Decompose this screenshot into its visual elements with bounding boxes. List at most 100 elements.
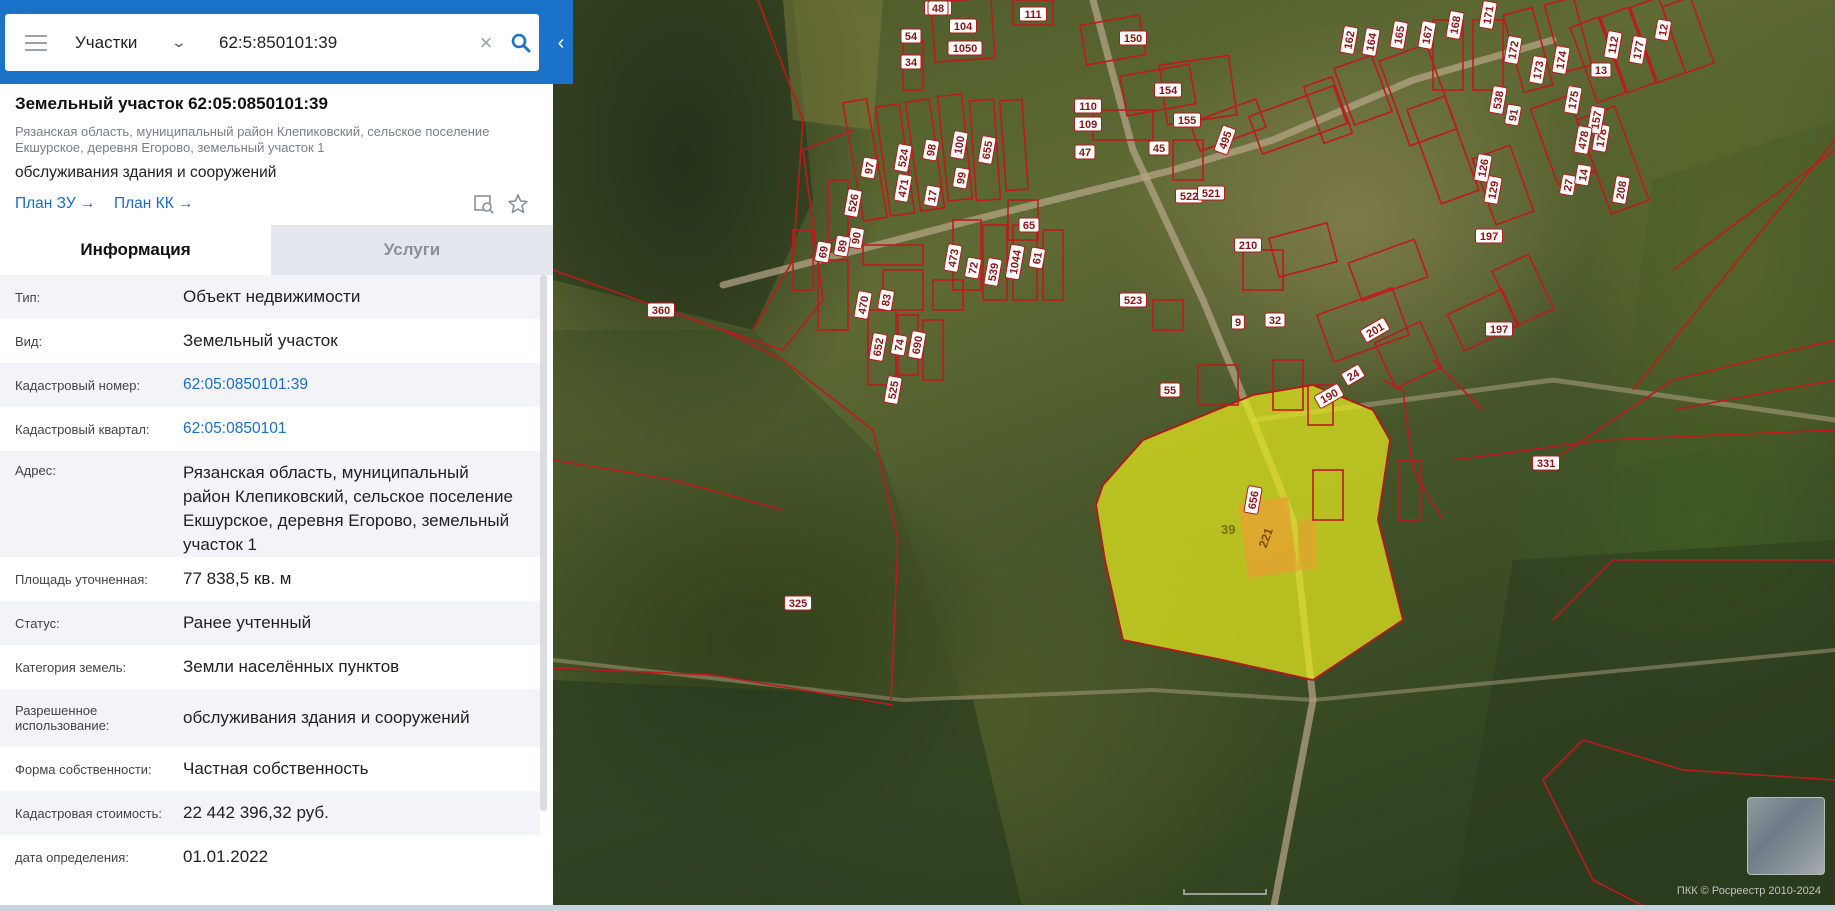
plot-number-text: 9 — [1235, 317, 1241, 329]
plot-number-label: 89 — [833, 234, 851, 258]
taskbar-strip — [0, 905, 1835, 911]
collapse-panel-icon[interactable]: ‹ — [549, 27, 573, 59]
plot-number-text: 99 — [955, 171, 969, 185]
plot-number-label: 165 — [1389, 20, 1409, 50]
plot-number-text: 45 — [1153, 143, 1165, 155]
plot-number-text: 65 — [1023, 220, 1035, 232]
plot-number-label: 155 — [1173, 112, 1201, 128]
search-input[interactable] — [217, 31, 471, 54]
favorite-star-icon[interactable] — [507, 193, 529, 215]
plot-number-text: 13 — [1595, 65, 1607, 77]
info-row-permitted-use: Разрешенное использование: обслуживания … — [0, 689, 540, 747]
plot-number-text: 54 — [905, 31, 918, 43]
plot-number-label: 9 — [1231, 314, 1245, 330]
plot-number-text: 331 — [1537, 458, 1555, 470]
menu-icon[interactable] — [25, 34, 47, 51]
plot-number-label: 97 — [860, 156, 878, 180]
plot-number-label: 1050 — [947, 40, 983, 56]
plot-number-text: 524 — [896, 147, 911, 168]
plot-number-text: 360 — [652, 305, 670, 317]
layer-select[interactable]: Участки ⌄ — [75, 33, 193, 53]
plot-number-text: 89 — [836, 239, 850, 253]
tab-services[interactable]: Услуги — [271, 225, 553, 275]
zoom-to-object-icon[interactable] — [473, 193, 495, 215]
plot-number-label: 1044 — [1004, 243, 1026, 281]
search-button[interactable] — [503, 25, 539, 61]
object-title: Земельный участок 62:05:0850101:39 — [15, 94, 328, 113]
plot-number-text: 34 — [905, 57, 918, 69]
info-key: Тип: — [15, 289, 41, 305]
plot-number-label: 12 — [1654, 18, 1672, 42]
plot-number-label: 655 — [977, 135, 997, 165]
plot-number-label: 54 — [900, 28, 922, 44]
plan-zu-link[interactable]: План ЗУ → — [15, 195, 96, 213]
cadastral-number-link[interactable]: 62:05:0850101:39 — [183, 373, 540, 397]
plot-number-label: 110 — [1074, 98, 1102, 114]
plot-number-text: 110 — [1079, 101, 1097, 113]
info-key: Вид: — [15, 333, 43, 349]
info-row-type: Тип: Объект недвижимости — [0, 275, 540, 319]
plot-number-label: 177 — [1628, 35, 1648, 65]
plot-number-label: 13 — [1590, 62, 1612, 78]
plot-number-label: 478 — [1573, 125, 1593, 155]
plot-number-label: 100 — [949, 130, 969, 160]
info-row-ownership: Форма собственности: Частная собственнос… — [0, 747, 540, 791]
plot-number-label: 523 — [1119, 292, 1147, 308]
info-key: Кадастровый номер: — [15, 377, 141, 393]
plot-number-text: 91 — [1507, 108, 1521, 122]
cadastral-quarter-link[interactable]: 62:05:0850101 — [183, 417, 540, 441]
layer-select-value: Участки — [75, 32, 138, 52]
plot-number-label: 99 — [952, 166, 970, 190]
plot-number-text: 210 — [1239, 240, 1257, 252]
info-key: Кадастровая стоимость: — [15, 805, 162, 821]
plot-number-label: 83 — [877, 288, 895, 312]
tab-information[interactable]: Информация — [0, 225, 271, 275]
plot-number-text: 12 — [1657, 23, 1671, 37]
panel-scrollbar[interactable] — [540, 275, 547, 811]
plot-number-label: 27 — [1559, 173, 1577, 197]
plot-number-label: 164 — [1361, 27, 1381, 57]
plot-number-label: 91 — [1504, 103, 1522, 127]
plot-number-label: 174 — [1551, 45, 1571, 75]
plot-number-label: 652 — [868, 332, 888, 362]
info-key: Адрес: — [15, 463, 56, 478]
plot-number-label: 201 — [1360, 317, 1390, 343]
plot-number-text: 69 — [817, 245, 831, 259]
clear-icon[interactable]: × — [473, 30, 499, 56]
info-row-address: Адрес: Рязанская область, муниципальный … — [0, 451, 540, 557]
arrow-right-icon: → — [80, 195, 96, 212]
plot-number-text: 97 — [863, 161, 877, 175]
plot-number-label: 473 — [943, 243, 963, 273]
plan-kk-label: План КК — [114, 195, 174, 212]
plot-number-label: 325 — [784, 595, 812, 611]
minimap[interactable] — [1747, 797, 1825, 875]
map-view[interactable]: 39 221 104 1050 111 54 34 150 110 109 15… — [553, 0, 1835, 911]
plot-number-label: 539 — [983, 257, 1003, 287]
info-value: Рязанская область, муниципальный район К… — [183, 463, 513, 554]
plan-kk-link[interactable]: План КК → — [114, 195, 194, 213]
plot-number-text: 197 — [1490, 324, 1508, 336]
plot-number-label: 470 — [853, 290, 873, 320]
plot-number-text: 17 — [926, 189, 940, 203]
plot-number-text: 55 — [1164, 385, 1176, 397]
info-row-cadastral-number: Кадастровый номер: 62:05:0850101:39 — [0, 363, 540, 407]
plot-number-text: 27 — [1562, 178, 1576, 192]
cadastral-overlay: 39 221 1041050111543415011010915415547 4… — [553, 0, 1835, 911]
info-row-cadastral-quarter: Кадастровый квартал: 62:05:0850101 — [0, 407, 540, 451]
info-row-cadastral-value: Кадастровая стоимость: 22 442 396,32 руб… — [0, 791, 540, 835]
plot-number-label: 111 — [1019, 6, 1047, 22]
info-row-area: Площадь уточненная: 77 838,5 кв. м — [0, 557, 540, 601]
info-value: Частная собственность — [183, 759, 369, 778]
info-table: Тип: Объект недвижимости Вид: Земельный … — [0, 275, 540, 879]
plot-number-label: 524 — [893, 143, 913, 173]
plan-zu-label: План ЗУ — [15, 195, 76, 212]
plot-number-text: 174 — [1554, 49, 1569, 70]
object-address: Рязанская область, муниципальный район К… — [15, 124, 490, 155]
info-value: Ранее учтенный — [183, 613, 312, 632]
panel-tabs: Информация Услуги — [0, 225, 553, 275]
plot-number-label: 34 — [900, 54, 922, 70]
plot-number-label: 32 — [1264, 312, 1286, 328]
plot-number-text: 155 — [1178, 115, 1196, 127]
plot-number-text: 111 — [1024, 9, 1041, 21]
info-key: Форма собственности: — [15, 761, 152, 777]
